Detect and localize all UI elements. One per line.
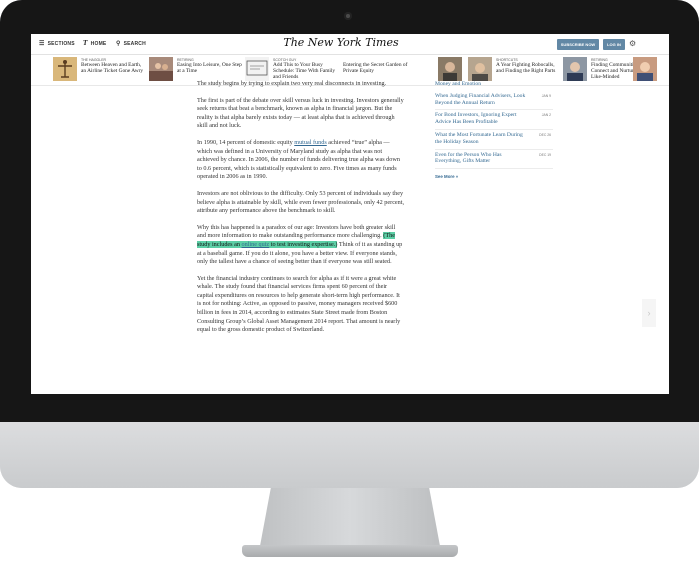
rail-item-top[interactable]: Money and Emotion xyxy=(435,81,553,88)
chevron-right-icon[interactable]: › xyxy=(642,299,656,327)
rail-item[interactable]: When Judging Financial Advisers, Look Be… xyxy=(435,91,553,111)
monitor-chin xyxy=(0,422,699,488)
subscribe-button[interactable]: SUBSCRIBE NOW xyxy=(557,39,599,50)
nyt-topbar: ☰ SECTIONS T HOME ⚲ SEARCH The New York Tim… xyxy=(31,34,669,55)
article-paragraph: In 1990, 14 percent of domestic equity m… xyxy=(197,138,400,181)
ribbon-thumbnail xyxy=(245,57,269,81)
article-paragraph: Yet the financial industry continues to … xyxy=(197,274,401,334)
ribbon-thumbnail xyxy=(53,57,77,81)
screen-bezel: ☰ SECTIONS T HOME ⚲ SEARCH The New York Tim… xyxy=(0,0,699,422)
ribbon-thumbnail xyxy=(468,57,492,81)
article-paragraph: Why this has happened is a paradox of ou… xyxy=(197,223,403,266)
ribbon-item[interactable] xyxy=(438,57,464,83)
rail-item[interactable]: For Bond Investors, Ignoring Expert Advi… xyxy=(435,110,553,130)
menu-icon: ☰ xyxy=(39,41,45,47)
article-body: The study begins by trying to explain tw… xyxy=(197,80,405,343)
monitor-base xyxy=(242,545,458,557)
monitor-stand xyxy=(260,488,440,546)
ribbon-item[interactable] xyxy=(631,57,659,83)
mutual-funds-link[interactable]: mutual funds xyxy=(294,139,326,146)
article-paragraph: The study begins by trying to explain tw… xyxy=(197,80,387,87)
login-button[interactable]: LOG IN xyxy=(603,39,625,50)
ribbon-thumbnail xyxy=(633,57,657,81)
webcam-icon xyxy=(344,12,352,20)
browser-screen: ☰ SECTIONS T HOME ⚲ SEARCH The New York Tim… xyxy=(31,34,669,394)
ribbon-thumbnail xyxy=(438,57,462,81)
ribbon-item[interactable]: SHORTCUTS A Year Fighting Robocalls, and… xyxy=(468,57,562,83)
home-button[interactable]: T HOME xyxy=(83,40,106,47)
related-rail: Money and Emotion When Judging Financial… xyxy=(435,81,553,179)
sections-button[interactable]: ☰ SECTIONS xyxy=(39,40,75,47)
rail-item[interactable]: What the Most Fortunate Learn During the… xyxy=(435,130,553,150)
monitor-frame: ☰ SECTIONS T HOME ⚲ SEARCH The New York Tim… xyxy=(0,0,699,488)
search-icon: ⚲ xyxy=(116,41,121,47)
nyt-logo-icon: T xyxy=(83,40,88,47)
gear-icon[interactable]: ⚙ xyxy=(629,39,636,48)
ribbon-thumbnail xyxy=(149,57,173,81)
ribbon-item[interactable]: THE HAGGLER Between Heaven and Earth, an… xyxy=(53,57,147,83)
see-more-link[interactable]: See More » xyxy=(435,174,553,179)
rail-item[interactable]: Even for the Person Who Has Everything, … xyxy=(435,150,553,170)
online-quiz-link[interactable]: online quiz xyxy=(242,241,270,248)
search-button[interactable]: ⚲ SEARCH xyxy=(116,40,146,47)
nyt-logo[interactable]: The New York Times xyxy=(271,36,411,49)
article-paragraph: Investors are not oblivious to the diffi… xyxy=(197,189,405,215)
article-paragraph: The first is part of the debate over ski… xyxy=(197,96,404,130)
ribbon-thumbnail xyxy=(563,57,587,81)
